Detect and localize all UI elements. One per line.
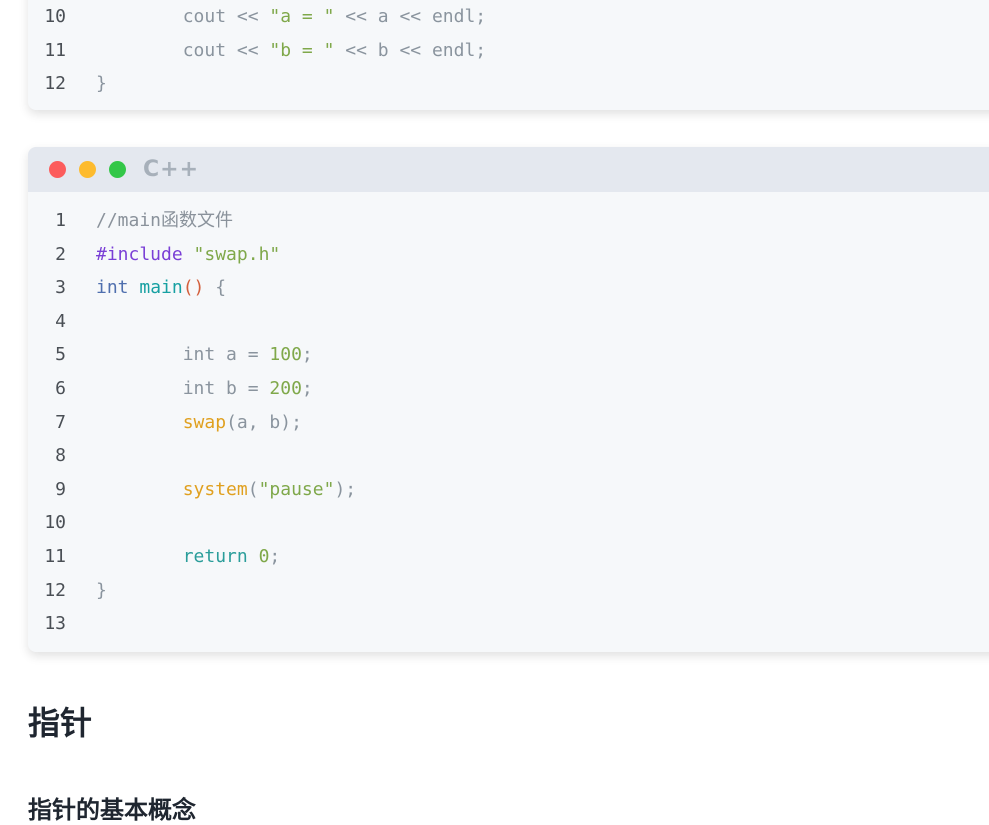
code-line: 6 int b = 200; — [28, 372, 988, 405]
code-line: 9 system("pause"); — [28, 473, 988, 506]
code-text: //main函数文件 — [96, 204, 233, 237]
code-text: swap(a, b); — [96, 406, 302, 439]
line-number: 4 — [55, 310, 66, 332]
section-heading: 指针 — [28, 704, 93, 742]
code-token: int — [96, 277, 140, 299]
line-number: 11 — [44, 39, 66, 61]
code-line: 2 #include "swap.h" — [28, 238, 988, 271]
code-token: << b << endl; — [334, 39, 487, 61]
code-text: #include "swap.h" — [96, 238, 280, 271]
code-token: ( — [247, 478, 259, 500]
line-number: 3 — [55, 277, 66, 299]
code-line: 1 //main函数文件 — [28, 204, 988, 237]
code-text: cout << "b = " << b << endl; — [96, 34, 486, 67]
close-dot-icon — [49, 161, 66, 178]
line-number: 5 — [55, 344, 66, 366]
code-token: "a = " — [269, 6, 335, 27]
code-token: 200 — [269, 378, 302, 399]
code-block-swap-cpp: 10 cout << "a = " << a << endl; 11 cout <… — [28, 0, 989, 110]
code-line: 8 — [28, 439, 988, 472]
line-number: 8 — [55, 445, 66, 467]
code-token: "b = " — [269, 39, 335, 61]
maximize-dot-icon — [109, 161, 126, 178]
code-token: "pause" — [258, 478, 335, 500]
code-text: } — [96, 574, 107, 607]
code-line: 7 swap(a, b); — [28, 406, 988, 439]
code-token: 0 — [258, 546, 270, 567]
code-text: } — [96, 67, 107, 100]
subsection-heading: 指针的基本概念 — [28, 796, 196, 824]
code-line: 10 — [28, 506, 988, 539]
code-token: (a, b); — [226, 411, 302, 433]
line-number: 9 — [55, 478, 66, 500]
code-line: 4 — [28, 305, 988, 338]
code-token: "swap.h" — [193, 243, 281, 265]
line-number: 6 — [55, 378, 66, 399]
code-token: ; — [269, 546, 281, 567]
code-token: { — [204, 277, 227, 299]
code-line: 11 cout << "b = " << b << endl; — [28, 34, 988, 67]
code-line: 11 return 0; — [28, 540, 988, 573]
code-token: system — [182, 478, 248, 500]
code-token: ; — [301, 378, 313, 399]
line-number: 2 — [55, 243, 66, 265]
code-token: ); — [334, 478, 357, 500]
code-token: } — [96, 73, 107, 94]
code-line: 13 — [28, 607, 988, 640]
code-text: int main() { — [96, 271, 226, 304]
line-number: 10 — [44, 512, 66, 534]
code-line: 10 cout << "a = " << a << endl; — [28, 0, 988, 33]
code-token: main — [139, 277, 183, 299]
line-number: 12 — [44, 73, 66, 94]
line-number: 10 — [44, 6, 66, 27]
line-number: 1 — [55, 210, 66, 231]
code-token: cout << — [96, 6, 270, 27]
line-number: 13 — [44, 613, 66, 635]
code-text: system("pause"); — [96, 473, 356, 506]
line-number: 7 — [55, 411, 66, 433]
code-text: int a = 100; — [96, 338, 313, 371]
line-number: 11 — [44, 546, 66, 567]
minimize-dot-icon — [79, 161, 96, 178]
code-text: return 0; — [96, 540, 281, 573]
code-token: << a << endl; — [334, 6, 487, 27]
code-token: } — [96, 579, 107, 601]
code-token: //main函数文件 — [96, 210, 234, 231]
code-text: cout << "a = " << a << endl; — [96, 0, 486, 33]
code-token: int b = — [96, 378, 270, 399]
code-token: swap — [182, 411, 227, 433]
code-language-label: C++ — [143, 157, 200, 182]
code-line: 3 int main() { — [28, 271, 988, 304]
code-token: () — [182, 277, 205, 299]
code-line: 12} — [28, 67, 988, 100]
code-titlebar: C++ — [28, 147, 989, 192]
code-line: 5 int a = 100; — [28, 338, 988, 371]
code-text: int b = 200; — [96, 372, 313, 405]
code-token: 100 — [269, 344, 302, 366]
line-number: 12 — [44, 579, 66, 601]
code-block-main-cpp: C++ 1 //main函数文件 2 #include "swap.h" 3 int ma… — [28, 147, 989, 652]
code-line: 12} — [28, 574, 988, 607]
code-token: cout << — [96, 39, 270, 61]
code-token: return — [182, 546, 259, 567]
code-token: #include — [96, 243, 194, 265]
code-token: int a = — [96, 344, 270, 366]
code-token: ; — [301, 344, 313, 366]
